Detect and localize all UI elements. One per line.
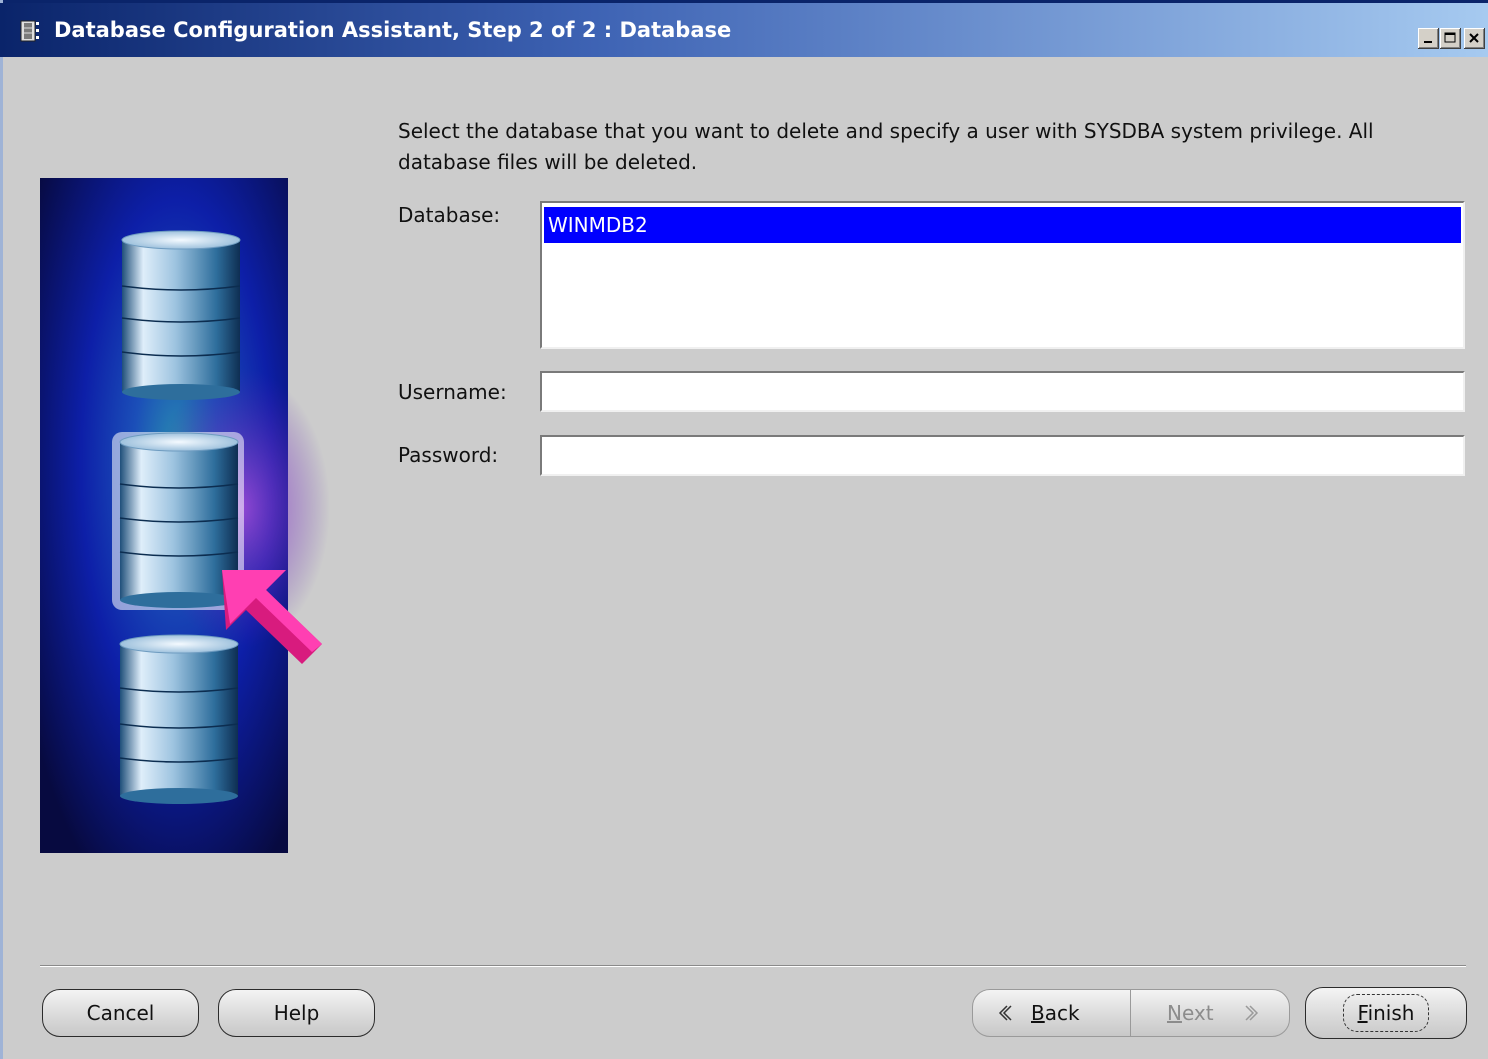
cancel-button[interactable]: Cancel — [42, 989, 199, 1037]
next-button[interactable]: Next — [1131, 990, 1289, 1036]
finish-label: Finish — [1342, 994, 1430, 1032]
username-field[interactable] — [540, 371, 1465, 412]
database-app-icon — [20, 20, 39, 42]
instruction-text: Select the database that you want to del… — [398, 119, 1374, 174]
back-label: Back — [1031, 1001, 1080, 1025]
maximize-button[interactable] — [1440, 28, 1461, 49]
maximize-icon — [1444, 32, 1456, 43]
footer-divider — [40, 965, 1466, 967]
minimize-icon — [1424, 41, 1432, 43]
close-icon — [1469, 33, 1479, 43]
window-frame-left — [0, 0, 3, 1059]
chevron-left-icon — [998, 1005, 1012, 1021]
database-listbox[interactable]: WINMDB2 — [540, 201, 1465, 349]
finish-button[interactable]: Finish — [1305, 987, 1467, 1039]
database-list-item[interactable]: WINMDB2 — [544, 207, 1461, 243]
close-button[interactable] — [1464, 28, 1485, 49]
database-cylinder-top-icon — [121, 230, 241, 400]
navigation-button-group: Back Next — [972, 989, 1290, 1037]
chevron-right-icon — [1245, 1005, 1258, 1021]
password-label: Password: — [398, 443, 499, 467]
username-label: Username: — [398, 380, 507, 404]
database-illustration — [40, 178, 330, 853]
window-title: Database Configuration Assistant, Step 2… — [54, 18, 732, 42]
minimize-button[interactable] — [1418, 28, 1439, 49]
help-button[interactable]: Help — [218, 989, 375, 1037]
database-label: Database: — [398, 203, 501, 227]
title-bar[interactable]: Database Configuration Assistant, Step 2… — [0, 3, 1488, 57]
database-cylinder-bottom-icon — [119, 634, 239, 804]
back-button[interactable]: Back — [973, 990, 1130, 1036]
password-field[interactable] — [540, 435, 1465, 476]
next-label: Next — [1167, 1001, 1214, 1025]
